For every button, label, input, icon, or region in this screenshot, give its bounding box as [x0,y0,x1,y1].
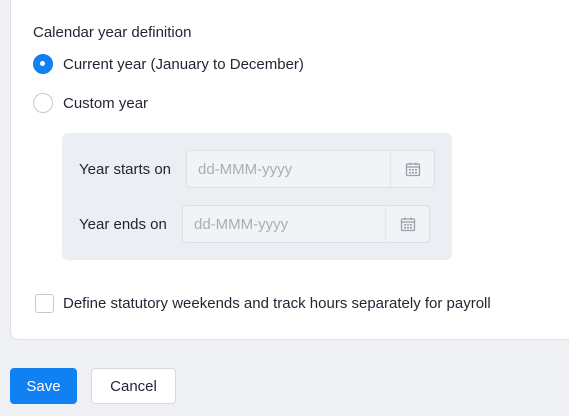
year-start-input[interactable]: dd-MMM-yyyy [186,150,435,188]
year-end-label: Year ends on [79,216,167,233]
year-end-placeholder: dd-MMM-yyyy [194,215,289,233]
year-start-placeholder: dd-MMM-yyyy [198,160,293,178]
checkbox-label: Define statutory weekends and track hour… [63,295,491,312]
radio-button-checked[interactable] [33,54,53,74]
statutory-weekends-option[interactable]: Define statutory weekends and track hour… [35,294,491,313]
radio-current-year[interactable]: Current year (January to December) [33,54,304,74]
radio-label: Current year (January to December) [63,55,304,73]
radio-button[interactable] [33,93,53,113]
radio-label: Custom year [63,94,149,112]
statutory-weekends-checkbox[interactable] [35,294,54,313]
cancel-button[interactable]: Cancel [91,368,176,404]
calendar-icon[interactable] [390,151,434,187]
calendar-icon[interactable] [385,206,429,242]
save-button[interactable]: Save [10,368,77,404]
year-end-input[interactable]: dd-MMM-yyyy [182,205,430,243]
section-title: Calendar year definition [33,24,192,41]
year-start-label: Year starts on [79,161,171,178]
radio-custom-year[interactable]: Custom year [33,93,148,113]
